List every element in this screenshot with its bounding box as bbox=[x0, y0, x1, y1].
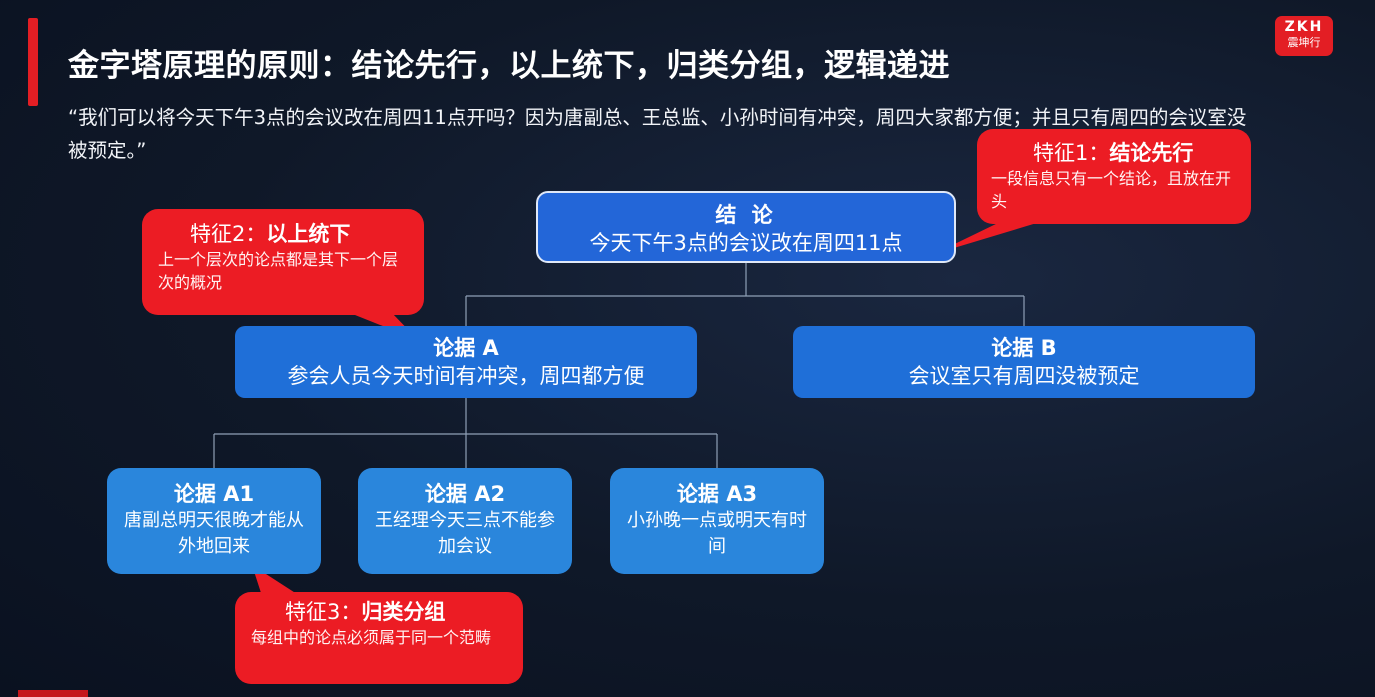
callout-1-title: 特征1：结论先行 bbox=[991, 139, 1233, 167]
conclusion-text: 今天下午3点的会议改在周四11点 bbox=[589, 231, 903, 255]
argument-b-heading: 论据 B bbox=[991, 336, 1057, 360]
callout-1-name: 结论先行 bbox=[1109, 141, 1194, 165]
argument-a2-text: 王经理今天三点不能参加会议 bbox=[375, 510, 555, 557]
argument-a-heading: 论据 A bbox=[433, 336, 499, 360]
argument-a3-text: 小孙晚一点或明天有时间 bbox=[627, 510, 807, 557]
callout-feature-3: 特征3：归类分组 每组中的论点必须属于同一个范畴 bbox=[235, 592, 523, 684]
argument-a1-heading: 论据 A1 bbox=[173, 482, 255, 506]
callout-1-text: 一段信息只有一个结论，且放在开头 bbox=[991, 169, 1232, 211]
callout-3-name: 归类分组 bbox=[361, 600, 446, 624]
argument-a2-heading: 论据 A2 bbox=[424, 482, 506, 506]
callout-3-title: 特征3：归类分组 bbox=[251, 598, 505, 626]
callout-2-text: 上一个层次的论点都是其下一个层次的概况 bbox=[158, 250, 399, 292]
argument-a1-node: 论据 A1 唐副总明天很晚才能从外地回来 bbox=[107, 468, 321, 574]
argument-b-text: 会议室只有周四没被预定 bbox=[908, 364, 1140, 388]
argument-a2-node: 论据 A2 王经理今天三点不能参加会议 bbox=[358, 468, 572, 574]
callout-feature-1: 特征1：结论先行 一段信息只有一个结论，且放在开头 bbox=[977, 129, 1251, 224]
callout-1-label: 特征1： bbox=[1033, 141, 1110, 165]
callout-feature-2: 特征2：以上统下 上一个层次的论点都是其下一个层次的概况 bbox=[142, 209, 424, 315]
conclusion-heading: 结 论 bbox=[715, 203, 777, 227]
argument-a3-heading: 论据 A3 bbox=[676, 482, 758, 506]
argument-b-node: 论据 B 会议室只有周四没被预定 bbox=[793, 326, 1255, 398]
argument-a1-text: 唐副总明天很晚才能从外地回来 bbox=[124, 510, 304, 557]
callout-2-name: 以上统下 bbox=[266, 222, 351, 246]
callout-3-text: 每组中的论点必须属于同一个范畴 bbox=[251, 628, 492, 647]
callout-2-title: 特征2：以上统下 bbox=[158, 220, 406, 248]
callout-2-label: 特征2： bbox=[190, 222, 267, 246]
argument-a-text: 参会人员今天时间有冲突，周四都方便 bbox=[287, 364, 645, 388]
conclusion-node: 结 论 今天下午3点的会议改在周四11点 bbox=[536, 191, 956, 263]
callout-3-label: 特征3： bbox=[285, 600, 362, 624]
argument-a-node: 论据 A 参会人员今天时间有冲突，周四都方便 bbox=[235, 326, 697, 398]
argument-a3-node: 论据 A3 小孙晚一点或明天有时间 bbox=[610, 468, 824, 574]
